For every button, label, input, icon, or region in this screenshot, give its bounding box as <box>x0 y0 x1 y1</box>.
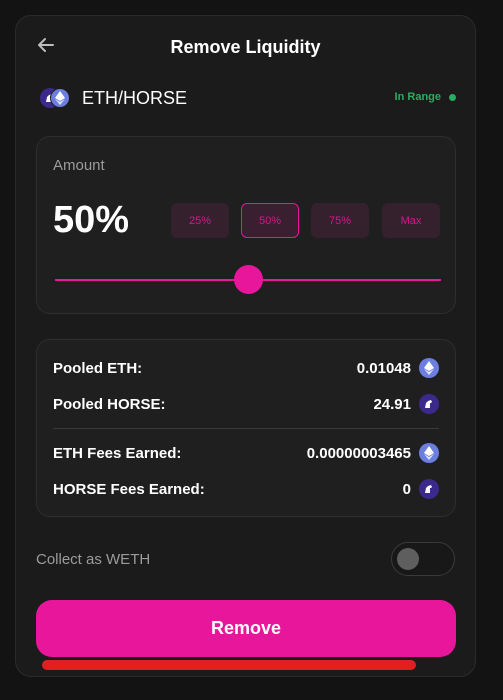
range-status-badge: In Range <box>395 91 456 103</box>
pooled-eth-row: Pooled ETH: 0.01048 <box>53 357 439 379</box>
preset-25-button[interactable]: 25% <box>171 203 229 238</box>
pair-label: ETH/HORSE <box>82 87 188 108</box>
collect-weth-row: Collect as WETH <box>36 542 455 576</box>
pooled-horse-label: Pooled HORSE: <box>53 395 166 413</box>
amount-value: 50% <box>53 199 130 241</box>
amount-card: Amount 50% 25% 50% 75% Max <box>36 136 456 314</box>
amount-label: Amount <box>53 157 105 174</box>
collect-weth-label: Collect as WETH <box>36 550 151 568</box>
toggle-knob[interactable] <box>397 548 419 570</box>
annotation-underline <box>42 660 416 670</box>
preset-50-button[interactable]: 50% <box>241 203 299 238</box>
horse-fees-row: HORSE Fees Earned: 0 <box>53 478 439 500</box>
pair-token-icons <box>40 87 72 109</box>
preset-max-button[interactable]: Max <box>382 203 440 238</box>
eth-token-icon <box>50 88 70 108</box>
collect-weth-toggle[interactable] <box>391 542 455 576</box>
eth-token-icon <box>419 443 439 463</box>
preset-75-button[interactable]: 75% <box>311 203 369 238</box>
pooled-eth-label: Pooled ETH: <box>53 359 143 377</box>
pooled-horse-row: Pooled HORSE: 24.91 <box>53 393 439 415</box>
page-title: Remove Liquidity <box>170 37 321 57</box>
horse-token-icon <box>419 394 439 414</box>
pooled-eth-value: 0.01048 <box>356 359 411 377</box>
eth-fees-row: ETH Fees Earned: 0.00000003465 <box>53 442 439 464</box>
status-dot-icon <box>449 93 456 101</box>
range-status-label: In Range <box>394 91 441 103</box>
horse-fees-value: 0 <box>402 480 411 498</box>
eth-token-icon <box>419 358 439 378</box>
amount-slider[interactable] <box>55 265 441 295</box>
pooled-horse-value: 24.91 <box>373 395 411 413</box>
pair-row: ETH/HORSE <box>40 86 187 110</box>
horse-token-icon <box>419 479 439 499</box>
remove-button[interactable]: Remove <box>36 600 456 657</box>
position-details-card: Pooled ETH: 0.01048 Pooled HORSE: 24.91 <box>36 339 456 517</box>
eth-fees-value: 0.00000003465 <box>306 444 411 462</box>
slider-thumb[interactable] <box>233 265 263 294</box>
remove-liquidity-panel: Remove Liquidity ETH/HORSE In Range Amou… <box>15 15 476 677</box>
eth-fees-label: ETH Fees Earned: <box>53 444 182 462</box>
horse-fees-label: HORSE Fees Earned: <box>53 480 205 498</box>
details-divider <box>53 428 439 429</box>
